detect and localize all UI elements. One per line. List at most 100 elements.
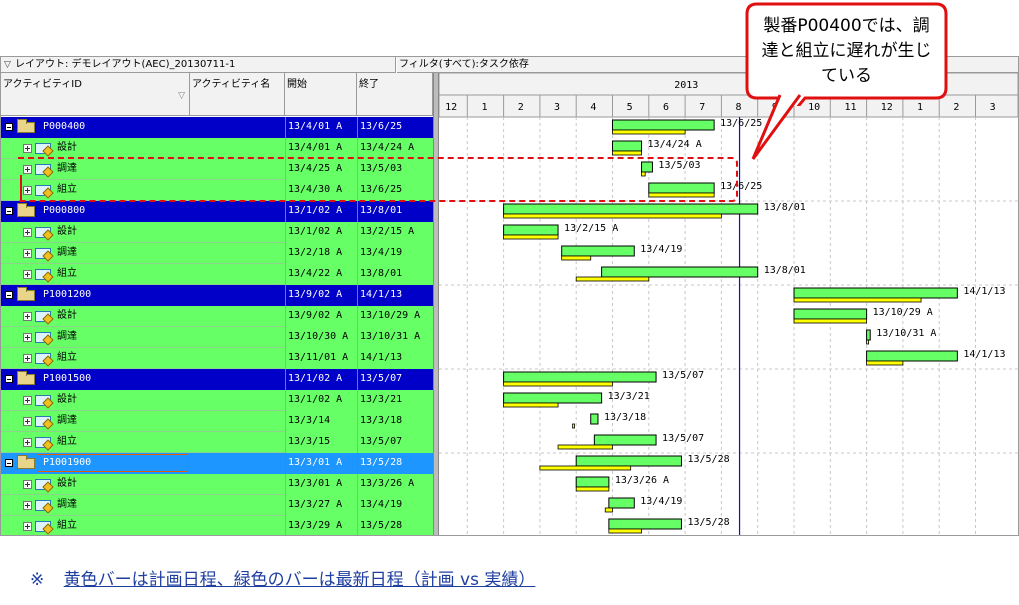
activity-row[interactable]: 設計 13/1/02 A 13/3/21 — [1, 390, 433, 411]
start-date-cell[interactable]: 13/3/15 — [285, 432, 357, 453]
start-date-cell[interactable]: 13/4/01 A — [285, 138, 357, 159]
start-date-cell[interactable]: 13/1/02 A — [285, 390, 357, 411]
activity-name-cell[interactable] — [190, 264, 285, 285]
activity-id-cell[interactable]: 組立 — [1, 180, 190, 201]
start-date-cell[interactable]: 13/10/30 A — [285, 327, 357, 348]
expand-icon[interactable] — [23, 270, 32, 279]
column-header-start[interactable]: 開始 — [285, 73, 357, 116]
start-date-cell[interactable]: 13/3/14 — [285, 411, 357, 432]
start-date-cell[interactable]: 13/3/01 A — [285, 474, 357, 495]
activity-id-cell[interactable]: 調達 — [1, 327, 190, 348]
start-date-cell[interactable]: 13/4/30 A — [285, 180, 357, 201]
start-date-cell[interactable]: 13/4/01 A — [285, 117, 357, 138]
activity-row[interactable]: 調達 13/3/14 13/3/18 — [1, 411, 433, 432]
activity-row[interactable]: 設計 13/3/01 A 13/3/26 A — [1, 474, 433, 495]
activity-id-cell[interactable]: 調達 — [1, 159, 190, 180]
column-header-activity-id[interactable]: アクティビティID ▽ — [1, 73, 190, 116]
activity-id-cell[interactable]: P1001200 — [1, 285, 190, 306]
activity-id-cell[interactable]: P1001900 — [1, 453, 190, 474]
expand-icon[interactable] — [23, 144, 32, 153]
expand-icon[interactable] — [23, 165, 32, 174]
end-date-cell[interactable]: 13/4/19 — [357, 495, 429, 516]
start-date-cell[interactable]: 13/2/18 A — [285, 243, 357, 264]
activity-name-cell[interactable] — [190, 390, 285, 411]
activity-id-cell[interactable]: P1001500 — [1, 369, 190, 390]
activity-name-cell[interactable] — [190, 495, 285, 516]
start-date-cell[interactable]: 13/3/27 A — [285, 495, 357, 516]
start-date-cell[interactable]: 13/1/02 A — [285, 222, 357, 243]
end-date-cell[interactable]: 13/2/15 A — [357, 222, 429, 243]
expand-icon[interactable] — [23, 312, 32, 321]
activity-id-cell[interactable]: 設計 — [1, 390, 190, 411]
activity-name-cell[interactable] — [190, 138, 285, 159]
project-row[interactable]: P000400 13/4/01 A 13/6/25 — [1, 117, 433, 138]
end-date-cell[interactable]: 13/10/31 A — [357, 327, 429, 348]
activity-name-cell[interactable] — [190, 222, 285, 243]
activity-row[interactable]: 組立 13/4/22 A 13/8/01 — [1, 264, 433, 285]
activity-id-cell[interactable]: 組立 — [1, 348, 190, 369]
end-date-cell[interactable]: 13/5/28 — [357, 516, 429, 535]
activity-id-cell[interactable]: 調達 — [1, 495, 190, 516]
start-date-cell[interactable]: 13/9/02 A — [285, 285, 357, 306]
end-date-cell[interactable]: 13/8/01 — [357, 264, 429, 285]
activity-name-cell[interactable] — [190, 474, 285, 495]
expand-icon[interactable] — [23, 333, 32, 342]
column-header-activity-name[interactable]: アクティビティ名 — [190, 73, 285, 116]
layout-selector[interactable]: ▽ レイアウト: デモレイアウト(AEC)_20130711-1 — [1, 57, 396, 73]
activity-name-cell[interactable] — [190, 369, 285, 390]
start-date-cell[interactable]: 13/4/22 A — [285, 264, 357, 285]
end-date-cell[interactable]: 13/8/01 — [357, 201, 429, 222]
start-date-cell[interactable]: 13/3/29 A — [285, 516, 357, 535]
start-date-cell[interactable]: 13/3/01 A — [285, 453, 357, 474]
expand-icon[interactable] — [23, 354, 32, 363]
collapse-icon[interactable] — [5, 459, 13, 467]
activity-name-cell[interactable] — [190, 117, 285, 138]
activity-id-cell[interactable]: P000800 — [1, 201, 190, 222]
expand-icon[interactable] — [23, 249, 32, 258]
activity-name-cell[interactable] — [190, 180, 285, 201]
activity-name-cell[interactable] — [190, 348, 285, 369]
column-header-end[interactable]: 終了 — [357, 73, 433, 116]
activity-id-cell[interactable]: P000400 — [1, 117, 190, 138]
end-date-cell[interactable]: 13/3/26 A — [357, 474, 429, 495]
activity-name-cell[interactable] — [190, 306, 285, 327]
activity-id-cell[interactable]: 調達 — [1, 411, 190, 432]
expand-icon[interactable] — [23, 522, 32, 531]
start-date-cell[interactable]: 13/9/02 A — [285, 306, 357, 327]
activity-row[interactable]: 調達 13/3/27 A 13/4/19 — [1, 495, 433, 516]
expand-icon[interactable] — [23, 186, 32, 195]
expand-icon[interactable] — [23, 396, 32, 405]
activity-id-cell[interactable]: 組立 — [1, 432, 190, 453]
end-date-cell[interactable]: 14/1/13 — [357, 348, 429, 369]
activity-row[interactable]: 設計 13/4/01 A 13/4/24 A — [1, 138, 433, 159]
end-date-cell[interactable]: 13/4/24 A — [357, 138, 429, 159]
start-date-cell[interactable]: 13/11/01 A — [285, 348, 357, 369]
end-date-cell[interactable]: 13/3/18 — [357, 411, 429, 432]
activity-row[interactable]: 組立 13/3/15 13/5/07 — [1, 432, 433, 453]
project-row[interactable]: P1001500 13/1/02 A 13/5/07 — [1, 369, 433, 390]
sort-triangle-icon[interactable]: ▽ — [178, 91, 185, 101]
end-date-cell[interactable]: 13/6/25 — [357, 180, 429, 201]
project-row[interactable]: P000800 13/1/02 A 13/8/01 — [1, 201, 433, 222]
start-date-cell[interactable]: 13/1/02 A — [285, 201, 357, 222]
collapse-icon[interactable] — [5, 207, 13, 215]
activity-name-cell[interactable] — [190, 516, 285, 535]
collapse-icon[interactable] — [5, 375, 13, 383]
activity-id-cell[interactable]: 調達 — [1, 243, 190, 264]
activity-name-cell[interactable] — [190, 285, 285, 306]
end-date-cell[interactable]: 13/5/03 — [357, 159, 429, 180]
end-date-cell[interactable]: 14/1/13 — [357, 285, 429, 306]
end-date-cell[interactable]: 13/6/25 — [357, 117, 429, 138]
activity-row[interactable]: 組立 13/3/29 A 13/5/28 — [1, 516, 433, 535]
dropdown-triangle-icon[interactable]: ▽ — [4, 57, 11, 73]
activity-id-cell[interactable]: 設計 — [1, 306, 190, 327]
activity-name-cell[interactable] — [190, 411, 285, 432]
activity-id-cell[interactable]: 組立 — [1, 516, 190, 535]
activity-name-cell[interactable] — [190, 243, 285, 264]
activity-row[interactable]: 設計 13/9/02 A 13/10/29 A — [1, 306, 433, 327]
collapse-icon[interactable] — [5, 291, 13, 299]
activity-id-cell[interactable]: 設計 — [1, 222, 190, 243]
activity-row[interactable]: 調達 13/10/30 A 13/10/31 A — [1, 327, 433, 348]
end-date-cell[interactable]: 13/5/07 — [357, 432, 429, 453]
activity-row[interactable]: 設計 13/1/02 A 13/2/15 A — [1, 222, 433, 243]
